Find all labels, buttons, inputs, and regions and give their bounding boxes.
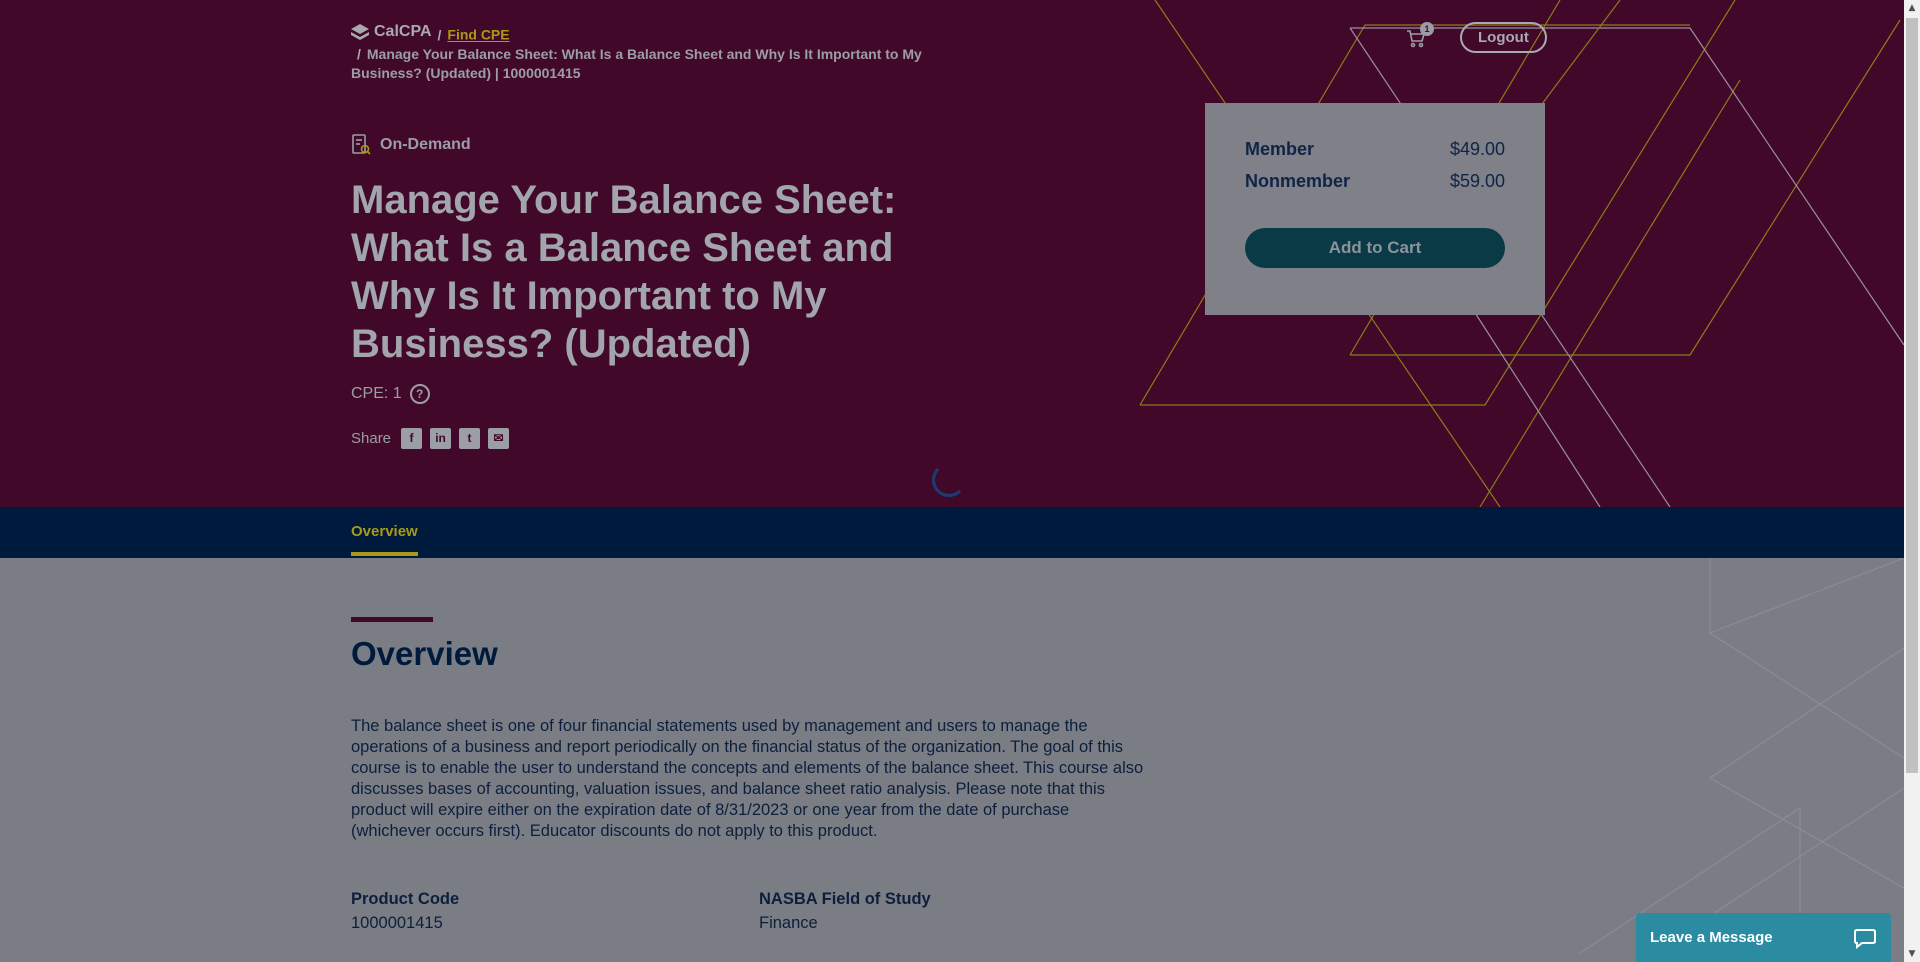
cart-count-badge: 1: [1420, 21, 1434, 36]
logout-button[interactable]: Logout: [1460, 22, 1547, 53]
breadcrumb-current: Manage Your Balance Sheet: What Is a Bal…: [351, 45, 922, 81]
twitter-icon[interactable]: t: [459, 428, 481, 449]
facebook-icon[interactable]: f: [401, 428, 423, 449]
price-row-nonmember: Nonmember $59.00: [1245, 171, 1505, 193]
overview-heading: Overview: [351, 635, 498, 672]
field-of-study-label: NASBA Field of Study: [759, 890, 931, 908]
nonmember-label: Nonmember: [1245, 171, 1351, 191]
top-nav: 1 Logout: [1404, 21, 1547, 53]
nonmember-price: $59.00: [1449, 171, 1505, 191]
scroll-down-arrow-icon[interactable]: ▼: [1904, 946, 1920, 962]
brand-name: CalCPA: [374, 23, 432, 40]
share-bar: Share f in t ✉: [351, 428, 510, 449]
product-title: Manage Your Balance Sheet: What Is a Bal…: [351, 178, 897, 366]
page-scrollbar[interactable]: ▲ ▼: [1904, 0, 1920, 962]
breadcrumb-link-find-cpe[interactable]: Find CPE: [447, 27, 509, 43]
question-circle-icon[interactable]: ?: [409, 384, 430, 404]
add-to-cart-button[interactable]: Add to Cart: [1245, 228, 1505, 268]
field-of-study-field: NASBA Field of Study Finance: [759, 890, 931, 933]
hero-decorative-lines: [1139, 0, 1904, 507]
brand-logo[interactable]: CalCPA: [351, 22, 432, 41]
tab-overview[interactable]: Overview: [351, 523, 418, 556]
linkedin-icon[interactable]: in: [430, 428, 452, 449]
on-demand-icon: [352, 134, 371, 155]
price-card: Member $49.00 Nonmember $59.00 Add to Ca…: [1205, 103, 1545, 315]
email-icon[interactable]: ✉: [488, 428, 510, 449]
scrollbar-thumb[interactable]: [1906, 18, 1918, 773]
overview-description: The balance sheet is one of four financi…: [351, 717, 1144, 840]
breadcrumb-separator: /: [437, 26, 442, 43]
leave-message-widget[interactable]: Leave a Message: [1636, 913, 1891, 962]
field-of-study-value: Finance: [759, 914, 818, 932]
breadcrumb-separator: /: [357, 45, 361, 62]
cpe-text: CPE: 1: [351, 385, 402, 402]
price-row-member: Member $49.00: [1245, 139, 1505, 161]
main-content: Overview The balance sheet is one of fou…: [0, 558, 1904, 962]
format-label: On-Demand: [351, 134, 471, 156]
cpe-credits: CPE: 1 ?: [351, 384, 430, 404]
product-code-field: Product Code 1000001415: [351, 890, 459, 933]
hero-banner: CalCPA / Find CPE / Manage Your Balance Sh…: [0, 0, 1904, 507]
heading-accent-bar: [351, 617, 433, 622]
member-price: $49.00: [1449, 139, 1505, 159]
breadcrumb: CalCPA / Find CPE / Manage Your Balance Sh…: [351, 22, 941, 83]
chat-bubble-icon: [1854, 928, 1876, 949]
tab-bar: Overview: [0, 507, 1904, 558]
scroll-up-arrow-icon[interactable]: ▲: [1904, 0, 1920, 16]
loading-spinner: [932, 463, 966, 497]
share-label: Share: [351, 430, 392, 447]
cart-button[interactable]: 1: [1404, 21, 1434, 50]
product-code-label: Product Code: [351, 890, 460, 908]
calcpa-logo-icon: [351, 23, 369, 40]
member-label: Member: [1245, 139, 1315, 159]
chat-label: Leave a Message: [1650, 929, 1773, 946]
product-code-value: 1000001415: [351, 914, 443, 932]
format-text: On-Demand: [380, 136, 471, 153]
